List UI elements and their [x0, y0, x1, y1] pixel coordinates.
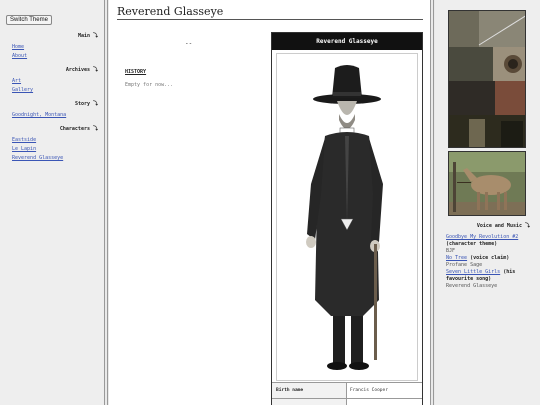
infobox-key: Birth name — [272, 383, 347, 399]
infobox-key-empty — [272, 399, 347, 405]
infobox-title: Reverend Glasseye — [272, 33, 422, 50]
title-divider — [117, 19, 423, 20]
song-artist: Reverend Glasseye — [446, 283, 498, 289]
horse-image — [448, 151, 526, 216]
nav-link-about[interactable]: About — [12, 53, 98, 59]
nav-link-home[interactable]: Home — [12, 44, 98, 50]
left-divider — [107, 0, 108, 405]
nav-link-eastside[interactable]: Eastside — [12, 137, 98, 143]
nav-heading-characters: Characters ⤵ — [59, 126, 98, 132]
nav-link-reverend-glasseye[interactable]: Reverend Glasseye — [12, 155, 98, 161]
infobox-row-next — [272, 398, 422, 405]
character-infobox: Reverend Glasseye Birth name Francis Coo… — [271, 32, 423, 405]
nav-link-art[interactable]: Art — [12, 78, 98, 84]
voice-music-list: Goodbye My Revolution #2 (character them… — [446, 234, 534, 290]
voice-music-heading: Voice and Music ⤵ — [476, 223, 530, 229]
nav-link-gallery[interactable]: Gallery — [12, 87, 98, 93]
song-link-goodbye-my-revolution[interactable]: Goodbye My Revolution #2 — [446, 234, 518, 240]
list-item: No Tree (voice claim) Profane Sage — [446, 255, 534, 269]
infobox-value: Francis Cooper — [350, 388, 388, 393]
nav-section-archives: Archives ⤵ Art Gallery — [6, 66, 98, 93]
nav-section-characters: Characters ⤵ Eastside Le Lapin Reverend … — [6, 125, 98, 161]
infobox-row-birth-name: Birth name Francis Cooper — [272, 382, 422, 399]
song-note: (voice claim) — [470, 255, 510, 261]
nav-section-story: Story ⤵ Goodnight, Montana — [6, 100, 98, 118]
right-sidebar: Voice and Music ⤵ Goodbye My Revolution … — [435, 0, 540, 405]
nav-heading-archives: Archives ⤵ — [65, 67, 98, 73]
moodboard-collage-image — [448, 10, 526, 148]
nav-link-le-lapin[interactable]: Le Lapin — [12, 146, 98, 152]
song-link-no-tree[interactable]: No Tree — [446, 255, 467, 261]
placeholder-dash: -- — [185, 40, 193, 47]
song-note: (character theme) — [446, 241, 498, 247]
nav-heading-story: Story ⤵ — [74, 101, 98, 107]
nav-section-main: Main ⤵ Home About — [6, 32, 98, 59]
main-content: Reverend Glasseye -- HISTORY Empty for n… — [109, 0, 431, 405]
song-link-seven-little-girls[interactable]: Seven Little Girls — [446, 269, 500, 275]
history-heading: HISTORY — [125, 69, 147, 75]
list-item: Seven Little Girls (his favourite song) … — [446, 269, 534, 290]
song-artist: Profane Sage — [446, 262, 483, 268]
switch-theme-button[interactable]: Switch Theme — [6, 15, 52, 25]
character-portrait — [276, 53, 418, 381]
nav-heading-main: Main ⤵ — [77, 33, 98, 39]
song-artist: BJF — [446, 248, 456, 254]
history-text: Empty for now... — [125, 82, 174, 88]
right-divider — [433, 0, 434, 405]
list-item: Goodbye My Revolution #2 (character them… — [446, 234, 534, 255]
page-title: Reverend Glasseye — [117, 5, 224, 18]
left-sidebar: Switch Theme Main ⤵ Home About Archives … — [0, 0, 105, 405]
nav-link-goodnight-montana[interactable]: Goodnight, Montana — [12, 112, 98, 118]
